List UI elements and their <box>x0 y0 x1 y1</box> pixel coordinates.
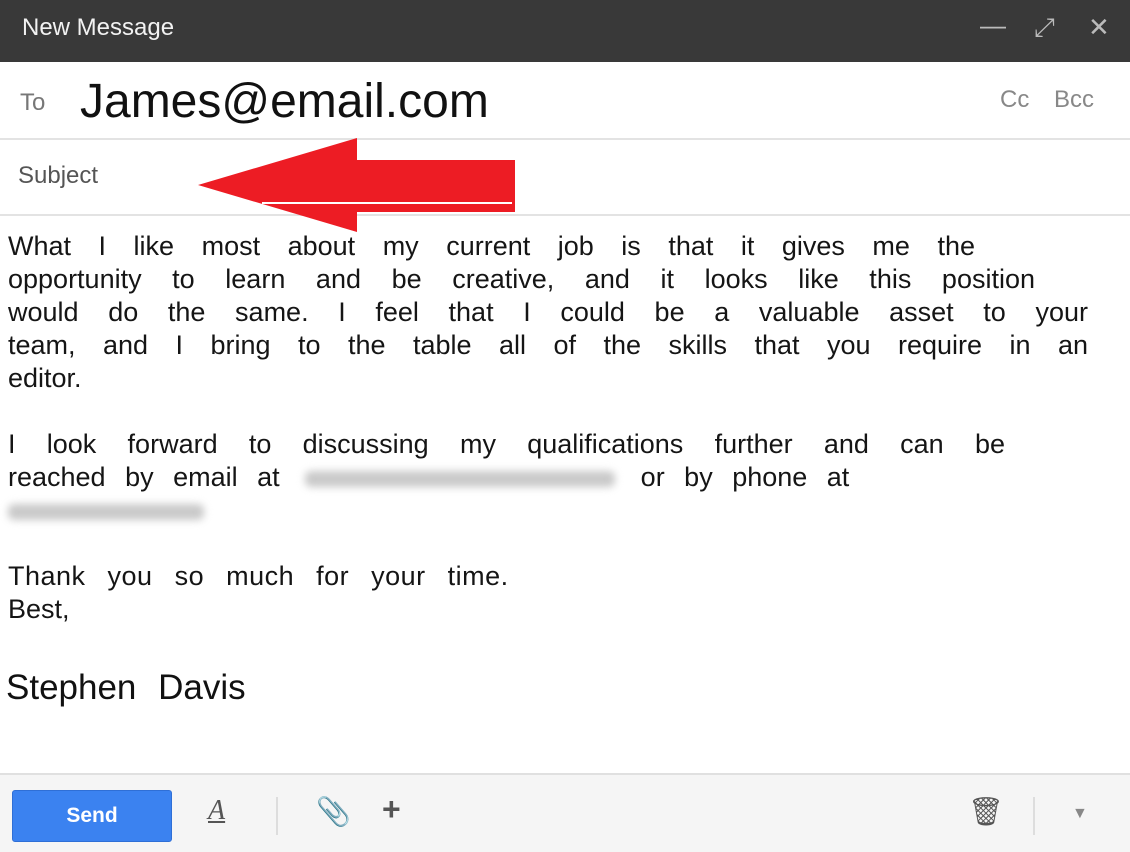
body-line: What I like most about my current job is… <box>8 231 975 261</box>
body-line: team, and I bring to the table all of th… <box>8 330 1088 360</box>
body-text: reached by email at <box>8 462 280 492</box>
trash-icon[interactable]: 🗑 <box>968 795 1004 828</box>
attach-icon[interactable]: 📎 <box>316 795 351 828</box>
body-line: reached by email at or by phone at <box>8 461 908 494</box>
divider <box>276 797 278 835</box>
body-line: would do the same. I feel that I could b… <box>8 297 1088 327</box>
body-line: Thank you so much for your time. <box>8 561 509 591</box>
compose-toolbar: Send A 📎 + 🗑 ▼ <box>0 773 1130 852</box>
body-line: Best, <box>8 594 70 624</box>
dropdown-arrow-icon[interactable]: ▼ <box>1072 805 1088 823</box>
send-button[interactable]: Send <box>12 790 172 842</box>
body-line: I look forward to discussing my qualific… <box>8 429 1005 459</box>
body-line: opportunity to learn and be creative, an… <box>8 264 1035 294</box>
red-arrow-annotation <box>198 138 515 232</box>
body-text: or by phone at <box>640 462 850 492</box>
signature: Stephen Davis <box>6 668 246 707</box>
body-line <box>8 494 204 527</box>
redacted-email <box>305 470 616 487</box>
divider <box>1033 797 1035 835</box>
plus-icon[interactable]: + <box>382 791 401 828</box>
redacted-phone <box>8 503 204 520</box>
text-format-icon[interactable]: A <box>208 795 225 827</box>
arrow-shape <box>198 138 515 232</box>
body-line: editor. <box>8 363 82 393</box>
